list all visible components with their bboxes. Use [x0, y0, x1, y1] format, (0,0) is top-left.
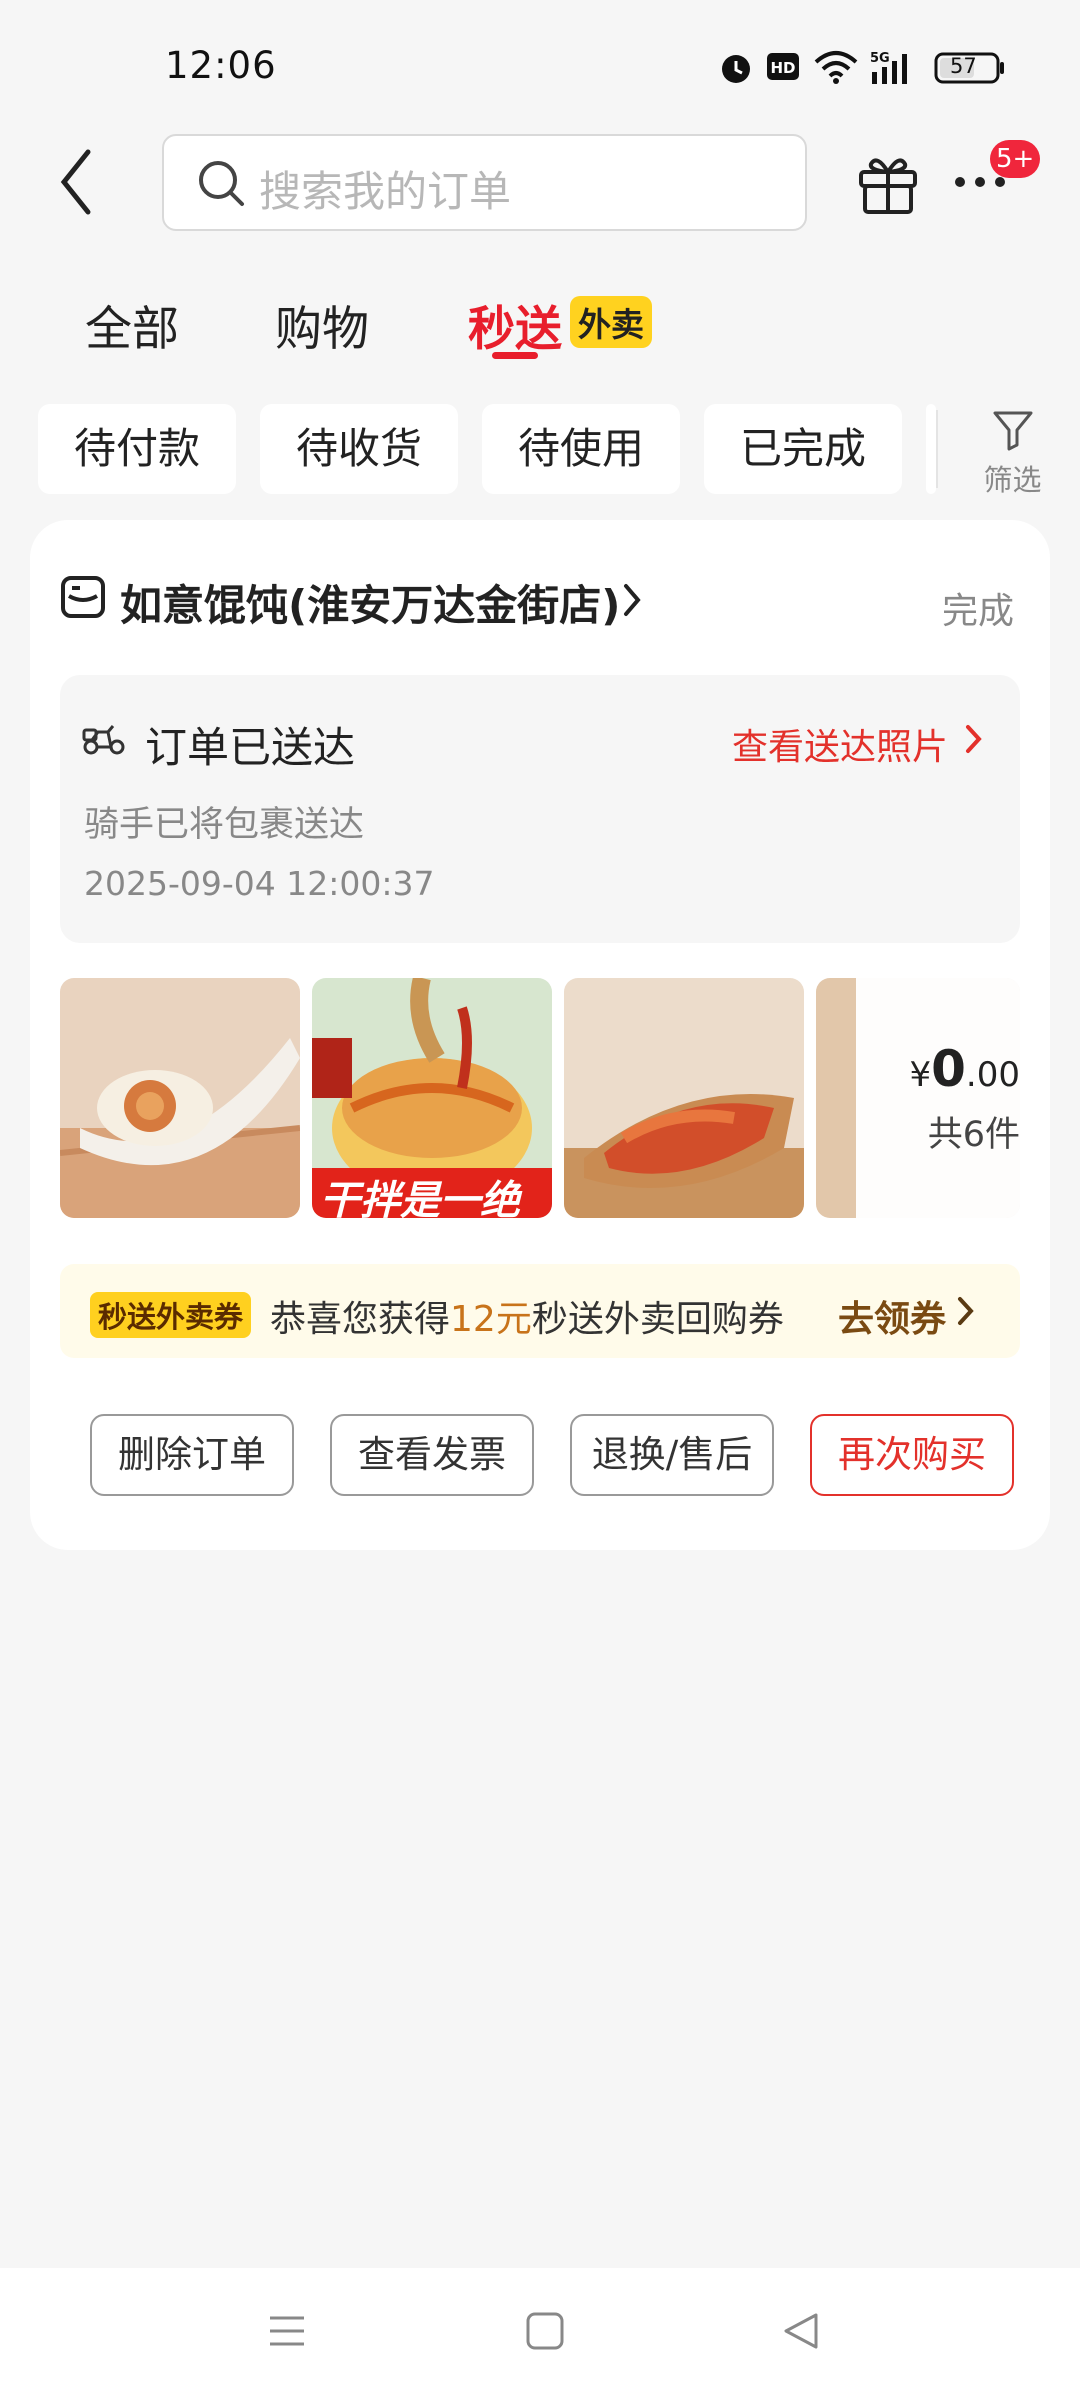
- chevron-right-icon[interactable]: [620, 580, 644, 624]
- product-thumbnail[interactable]: [60, 978, 300, 1218]
- chip-overflow[interactable]: [926, 404, 936, 494]
- order-status: 完成: [942, 591, 1015, 632]
- store-icon: [60, 574, 106, 624]
- order-price: ¥0.00: [909, 1040, 1020, 1098]
- tab-shopping[interactable]: 购物: [275, 290, 369, 359]
- back-triangle-icon[interactable]: [780, 2310, 822, 2356]
- tab-all[interactable]: 全部: [85, 290, 179, 359]
- takeout-tag: 外卖: [570, 296, 652, 348]
- delivery-title: 订单已送达: [145, 723, 356, 772]
- chevron-right-icon[interactable]: [956, 1294, 976, 1328]
- tab-flash-delivery[interactable]: 秒送: [468, 290, 562, 359]
- menu-icon[interactable]: [266, 2310, 308, 2356]
- svg-text:5G: 5G: [870, 51, 890, 66]
- notification-badge: 5+: [990, 140, 1041, 178]
- delivery-time: 2025-09-04 12:00:37: [84, 864, 435, 903]
- gift-button[interactable]: [855, 150, 925, 220]
- coupon-tag: 秒送外卖券: [90, 1292, 252, 1338]
- gift-icon: [859, 158, 917, 214]
- svg-text:HD: HD: [770, 59, 795, 77]
- view-delivery-photo-link[interactable]: 查看送达照片: [732, 718, 948, 770]
- search-icon: [199, 161, 244, 206]
- chevron-left-icon: [60, 149, 91, 215]
- delete-order-button[interactable]: 删除订单: [90, 1414, 294, 1496]
- item-count: 共6件: [927, 1115, 1020, 1155]
- alarm-icon: [718, 50, 754, 90]
- filter-divider: [936, 410, 938, 488]
- home-icon[interactable]: [524, 2310, 566, 2356]
- battery-icon: 57: [934, 52, 1006, 88]
- return-after-sales-button[interactable]: 退换/售后: [570, 1414, 774, 1496]
- product-thumbnail[interactable]: [564, 978, 804, 1218]
- thumbnail-caption: 干拌是一绝: [320, 1178, 520, 1218]
- price-summary: ¥0.00 共6件: [860, 1040, 1020, 1157]
- wifi-icon: [814, 50, 858, 88]
- filter-icon: [993, 411, 1032, 451]
- back-button[interactable]: [50, 140, 110, 230]
- filter-label: 筛选: [983, 463, 1042, 497]
- scooter-icon: [82, 720, 126, 760]
- chip-pending-use[interactable]: 待使用: [482, 404, 680, 494]
- chip-pending-payment[interactable]: 待付款: [38, 404, 236, 494]
- more-button[interactable]: 5+: [950, 140, 1041, 220]
- battery-level: 57: [950, 54, 977, 78]
- search-input[interactable]: 搜索我的订单: [162, 134, 807, 231]
- store-name[interactable]: 如意馄饨(淮安万达金街店): [120, 572, 620, 633]
- coupon-banner[interactable]: 秒送外卖券 恭喜您获得12元秒送外卖回购券 去领券: [60, 1264, 1020, 1358]
- signal-icon: 5G: [870, 50, 924, 90]
- search-placeholder: 搜索我的订单: [259, 167, 512, 216]
- filter-button[interactable]: 筛选: [970, 405, 1055, 497]
- status-time: 12:06: [165, 44, 277, 87]
- buy-again-button[interactable]: 再次购买: [810, 1414, 1014, 1496]
- chip-completed[interactable]: 已完成: [704, 404, 902, 494]
- view-invoice-button[interactable]: 查看发票: [330, 1414, 534, 1496]
- claim-coupon-link[interactable]: 去领券: [838, 1290, 946, 1342]
- product-thumbnail[interactable]: 干拌是一绝: [312, 978, 552, 1218]
- chevron-right-icon[interactable]: [964, 722, 984, 760]
- active-tab-indicator: [492, 352, 538, 359]
- coupon-message: 恭喜您获得12元秒送外卖回购券: [270, 1299, 784, 1340]
- delivery-description: 骑手已将包裹送达: [84, 805, 365, 845]
- chip-pending-receipt[interactable]: 待收货: [260, 404, 458, 494]
- hd-icon: HD: [766, 50, 800, 88]
